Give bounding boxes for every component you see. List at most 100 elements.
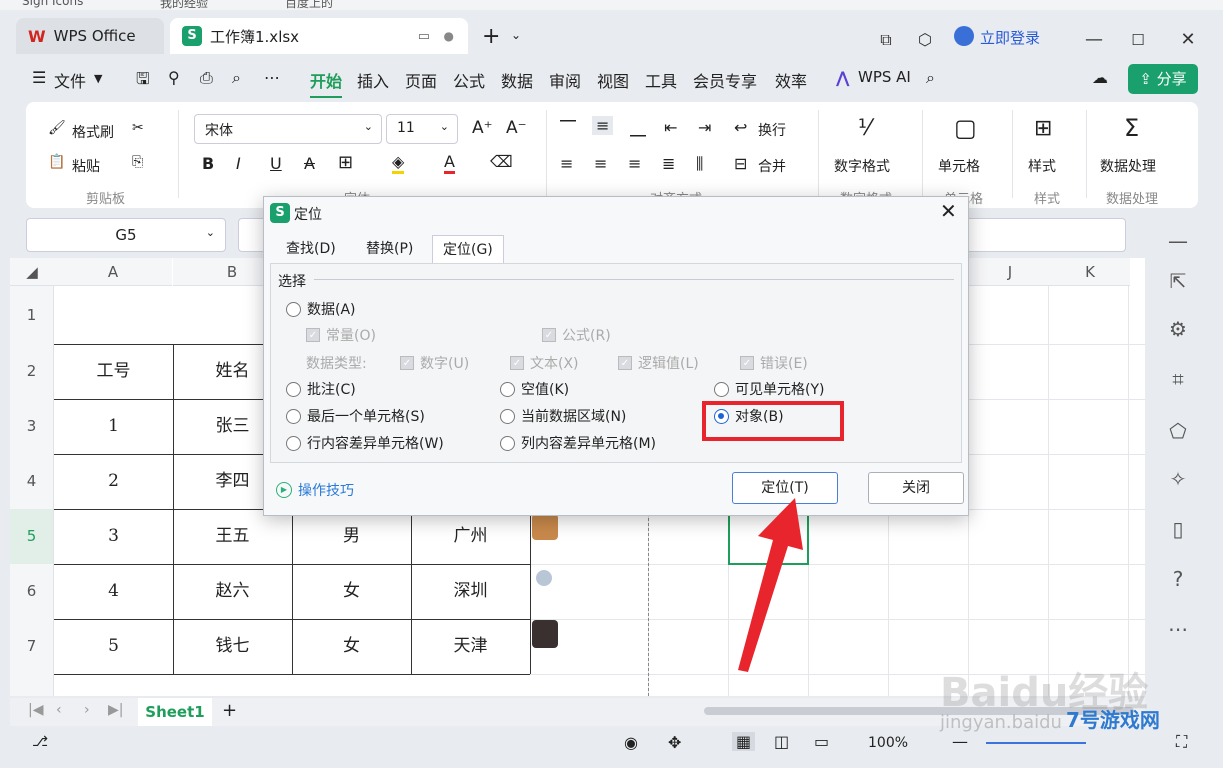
menu-insert[interactable]: 插入 <box>357 68 389 92</box>
tools-icon[interactable]: ✧ <box>1163 464 1193 494</box>
border-icon[interactable]: ⊞ <box>338 152 353 173</box>
row-header[interactable]: 7 <box>10 619 54 674</box>
page-layout-icon[interactable]: ◫ <box>774 732 789 751</box>
menu-home[interactable]: 开始 <box>310 68 343 98</box>
link-icon[interactable]: ⚲ <box>168 68 180 87</box>
menu-tools[interactable]: 工具 <box>645 68 677 92</box>
row-header[interactable]: 3 <box>10 399 54 454</box>
page-break-view-icon[interactable]: ▭ <box>814 732 829 751</box>
dialog-close-icon[interactable]: ✕ <box>940 199 957 223</box>
column-header[interactable]: K <box>1050 258 1130 286</box>
tab-replace[interactable]: 替换(P) <box>356 235 423 263</box>
cube-icon[interactable]: ⬡ <box>911 26 939 54</box>
crop-icon[interactable]: ⌗ <box>1163 364 1193 394</box>
sigma-icon[interactable]: Σ <box>1124 114 1139 142</box>
font-color-icon[interactable]: A <box>444 152 455 174</box>
cell-icon[interactable]: ▢ <box>954 114 977 142</box>
distribute-icon[interactable]: ⫼ <box>696 154 703 174</box>
cell-button[interactable]: 单元格 <box>938 156 980 176</box>
sheet-tab[interactable]: Sheet1 <box>138 698 212 726</box>
share-button[interactable]: ⇪ 分享 <box>1128 64 1198 94</box>
align-right-icon[interactable]: ≡ <box>628 154 641 173</box>
picture-object-2[interactable] <box>536 570 552 586</box>
goto-button[interactable]: 定位(T) <box>732 472 838 504</box>
font-name-select[interactable]: 宋体 ⌄ <box>194 114 382 144</box>
tab-goto[interactable]: 定位(G) <box>432 235 504 263</box>
maximize-button[interactable]: ☐ <box>1124 26 1152 54</box>
paste-icon[interactable]: 📋 <box>48 154 65 170</box>
wrap-button[interactable]: 换行 <box>758 120 786 140</box>
option-blank[interactable]: 空值(K) <box>500 379 569 399</box>
cursor-icon[interactable]: ⇱ <box>1163 266 1193 296</box>
align-left-icon[interactable]: ≡ <box>560 154 573 173</box>
table-cell[interactable]: 4 <box>54 564 173 619</box>
cut-icon[interactable]: ✂ <box>132 120 144 136</box>
add-sheet-button[interactable]: + <box>222 700 237 721</box>
name-box[interactable]: G5 ⌄ <box>26 218 226 252</box>
menu-page[interactable]: 页面 <box>405 68 437 92</box>
adjust-icon[interactable]: ⚙ <box>1163 314 1193 344</box>
table-cell[interactable]: 天津 <box>411 619 530 674</box>
chevron-down-icon[interactable]: ⌄ <box>511 28 521 42</box>
fullscreen-icon[interactable]: ⛶ <box>1176 732 1187 752</box>
more-icon[interactable]: ⋯ <box>264 68 280 87</box>
font-shrink-icon[interactable]: A⁻ <box>506 118 527 138</box>
option-col-diff[interactable]: 列内容差异单元格(M) <box>500 433 656 453</box>
cloud-icon[interactable]: ☁ <box>1092 68 1108 87</box>
help-icon[interactable]: ? <box>1163 564 1193 594</box>
table-cell[interactable]: 2 <box>54 454 173 509</box>
data-processing-button[interactable]: 数据处理 <box>1100 156 1156 176</box>
table-cell[interactable]: 女 <box>292 564 411 619</box>
next-sheet-icon[interactable]: › <box>84 702 90 718</box>
last-sheet-icon[interactable]: ▶| <box>108 702 123 718</box>
zoom-out-icon[interactable]: — <box>952 732 968 751</box>
bookmark-item[interactable]: Sign Icons <box>22 0 83 8</box>
merge-icon[interactable]: ⊟ <box>734 154 747 173</box>
option-row-diff[interactable]: 行内容差异单元格(W) <box>286 433 444 453</box>
zoom-level[interactable]: 100% <box>868 735 908 751</box>
normal-view-icon[interactable]: ▦ <box>732 732 756 751</box>
menu-formula[interactable]: 公式 <box>453 68 485 92</box>
picture-object-1[interactable] <box>532 514 558 540</box>
column-header[interactable]: A <box>54 258 172 286</box>
table-cell[interactable]: 赵六 <box>173 564 292 619</box>
table-cell[interactable]: 王五 <box>173 509 292 564</box>
tips-link[interactable]: ▶ 操作技巧 <box>276 480 354 500</box>
login-link[interactable]: 立即登录 <box>980 27 1040 48</box>
strikethrough-icon[interactable]: A <box>304 154 315 173</box>
fill-color-icon[interactable]: ◈ <box>392 152 405 174</box>
option-visible[interactable]: 可见单元格(Y) <box>714 379 824 399</box>
table-cell[interactable]: 钱七 <box>173 619 292 674</box>
user-avatar-icon[interactable] <box>954 26 974 46</box>
book-icon[interactable]: ▯ <box>1163 514 1193 544</box>
focus-icon[interactable]: ✥ <box>668 733 681 752</box>
table-cell[interactable]: 1 <box>54 399 173 454</box>
macro-icon[interactable]: ⎇ <box>32 734 48 750</box>
selected-cell-g5[interactable] <box>728 509 809 565</box>
print-icon[interactable]: ⎙ <box>200 68 213 88</box>
row-header[interactable]: 1 <box>10 286 54 344</box>
indent-increase-icon[interactable]: ⇥ <box>698 118 711 137</box>
bold-icon[interactable]: B <box>202 154 214 173</box>
monitor-icon[interactable]: ▭ <box>418 29 430 44</box>
table-cell[interactable]: 5 <box>54 619 173 674</box>
select-all-corner[interactable]: ◢ <box>10 258 54 286</box>
wrap-icon[interactable]: ↩ <box>734 118 747 137</box>
style-icon[interactable]: ⊞ <box>1034 116 1052 141</box>
menu-view[interactable]: 视图 <box>597 68 629 92</box>
style-button[interactable]: 样式 <box>1028 156 1056 176</box>
tab-document[interactable]: S 工作簿1.xlsx ▭ ● <box>170 18 468 54</box>
font-grow-icon[interactable]: A⁺ <box>472 118 493 138</box>
eye-icon[interactable]: ◉ <box>624 733 638 752</box>
align-bottom-icon[interactable]: ⎽ <box>630 118 646 138</box>
table-cell[interactable]: 女 <box>292 619 411 674</box>
number-format-icon[interactable]: ⅟ <box>858 116 871 141</box>
tab-wps-office[interactable]: W WPS Office <box>16 18 164 54</box>
merge-button[interactable]: 合并 <box>758 156 786 176</box>
tab-find[interactable]: 查找(D) <box>276 235 346 263</box>
option-comment[interactable]: 批注(C) <box>286 379 356 399</box>
option-last-cell[interactable]: 最后一个单元格(S) <box>286 406 425 426</box>
more-icon[interactable]: ⋯ <box>1163 614 1193 644</box>
row-header[interactable]: 6 <box>10 564 54 619</box>
row-header-selected[interactable]: 5 <box>10 509 54 564</box>
